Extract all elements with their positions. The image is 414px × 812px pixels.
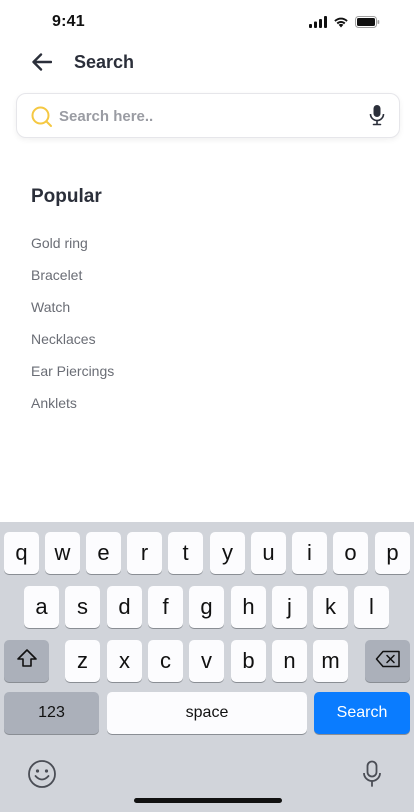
dictation-button[interactable]	[358, 760, 386, 792]
popular-title: Popular	[31, 186, 102, 207]
microphone-icon	[369, 104, 385, 131]
signal-icon	[309, 15, 327, 33]
status-time: 9:41	[52, 13, 85, 30]
key-j[interactable]: j	[272, 586, 307, 628]
key-x[interactable]: x	[107, 640, 142, 682]
keyboard: q w e r t y u i o p a s d f g h j k l z …	[0, 522, 414, 812]
key-u[interactable]: u	[251, 532, 286, 574]
key-e[interactable]: e	[86, 532, 121, 574]
key-g[interactable]: g	[189, 586, 224, 628]
key-z[interactable]: z	[65, 640, 100, 682]
home-indicator	[134, 798, 282, 803]
back-button[interactable]	[28, 50, 56, 78]
shift-icon	[16, 648, 38, 674]
microphone-button[interactable]	[367, 104, 387, 131]
key-r[interactable]: r	[127, 532, 162, 574]
key-n[interactable]: n	[272, 640, 307, 682]
popular-item-anklets[interactable]: Anklets	[31, 395, 114, 427]
key-l[interactable]: l	[354, 586, 389, 628]
search-key[interactable]: Search	[314, 692, 410, 734]
key-k[interactable]: k	[313, 586, 348, 628]
key-p[interactable]: p	[375, 532, 410, 574]
key-b[interactable]: b	[231, 640, 266, 682]
popular-list: Gold ring Bracelet Watch Necklaces Ear P…	[31, 235, 114, 427]
status-icons	[309, 15, 380, 33]
page-title: Search	[74, 52, 135, 72]
backspace-key[interactable]	[365, 640, 410, 682]
key-i[interactable]: i	[292, 532, 327, 574]
search-icon	[30, 105, 54, 129]
popular-item-watch[interactable]: Watch	[31, 299, 114, 331]
popular-item-ear-piercings[interactable]: Ear Piercings	[31, 363, 114, 395]
numbers-key[interactable]: 123	[4, 692, 99, 734]
key-v[interactable]: v	[189, 640, 224, 682]
key-t[interactable]: t	[168, 532, 203, 574]
key-a[interactable]: a	[24, 586, 59, 628]
wifi-icon	[333, 15, 349, 33]
backspace-icon	[375, 648, 401, 674]
key-d[interactable]: d	[107, 586, 142, 628]
shift-key[interactable]	[4, 640, 49, 682]
key-f[interactable]: f	[148, 586, 183, 628]
arrow-left-icon	[32, 52, 53, 76]
search-input[interactable]	[59, 102, 359, 130]
dictation-icon	[362, 760, 382, 793]
battery-icon	[355, 15, 380, 33]
key-c[interactable]: c	[148, 640, 183, 682]
key-h[interactable]: h	[231, 586, 266, 628]
popular-item-bracelet[interactable]: Bracelet	[31, 267, 114, 299]
header: Search	[0, 44, 414, 84]
key-q[interactable]: q	[4, 532, 39, 574]
key-w[interactable]: w	[45, 532, 80, 574]
popular-item-necklaces[interactable]: Necklaces	[31, 331, 114, 363]
key-y[interactable]: y	[210, 532, 245, 574]
popular-item-gold-ring[interactable]: Gold ring	[31, 235, 114, 267]
key-m[interactable]: m	[313, 640, 348, 682]
emoji-button[interactable]	[26, 759, 58, 794]
status-bar: 9:41	[0, 0, 414, 44]
key-o[interactable]: o	[333, 532, 368, 574]
space-key[interactable]: space	[107, 692, 307, 734]
search-bar	[16, 93, 400, 138]
emoji-icon	[27, 759, 57, 794]
key-s[interactable]: s	[65, 586, 100, 628]
